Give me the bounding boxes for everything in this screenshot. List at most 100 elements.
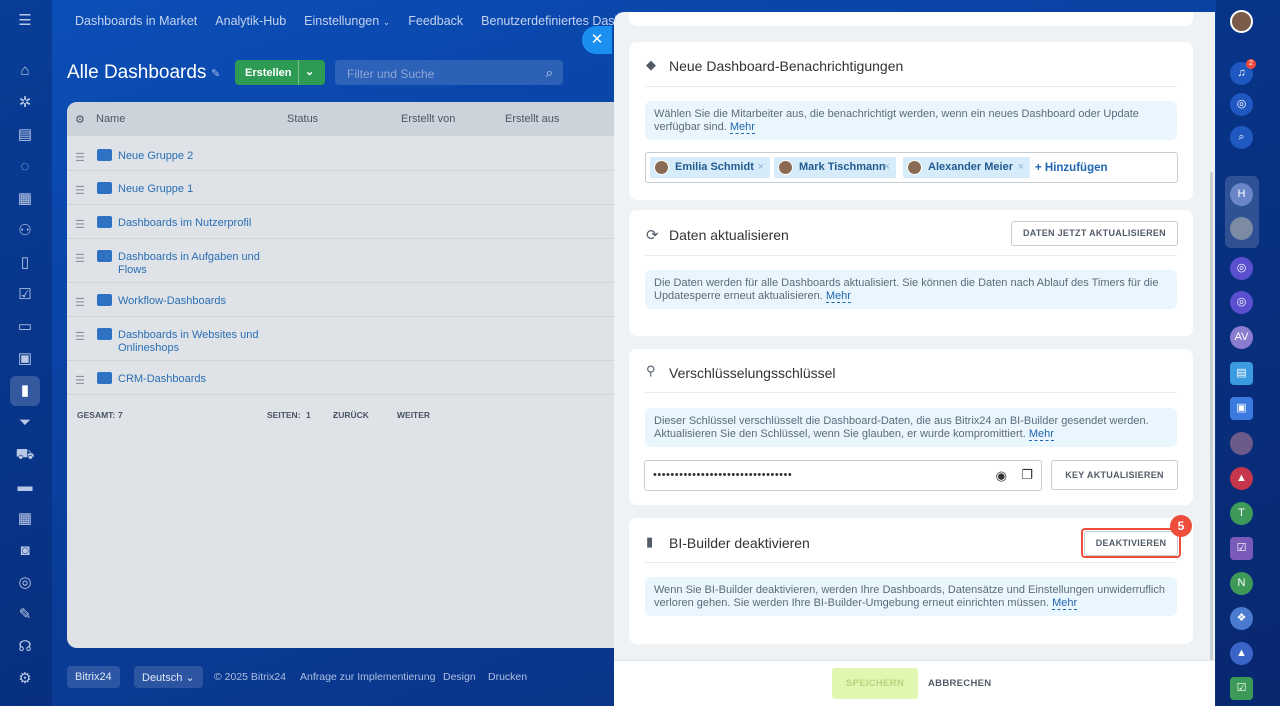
headset-icon[interactable]: ☊ (14, 636, 36, 658)
user-chip[interactable]: Mark Tischmann × (774, 157, 896, 178)
nav-dashboards-market[interactable]: Dashboards in Market (75, 14, 197, 28)
avatar[interactable] (1230, 10, 1253, 33)
col-name[interactable]: Name (96, 113, 125, 125)
remove-icon[interactable]: × (758, 161, 764, 173)
brand-button[interactable]: Bitrix24 (67, 666, 120, 688)
task-icon[interactable]: ☑ (1230, 537, 1253, 560)
col-created-from[interactable]: Erstellt aus (505, 113, 559, 125)
row-name[interactable]: Dashboards in Aufgaben und Flows (118, 251, 268, 277)
avatar[interactable]: T (1230, 502, 1253, 525)
user-chip[interactable]: Alexander Meier × (903, 157, 1030, 178)
row-name[interactable]: Neue Gruppe 1 (118, 183, 278, 196)
gear-icon[interactable]: ⚙ (75, 113, 85, 126)
row-name[interactable]: Dashboards in Websites und Onlineshops (118, 329, 268, 355)
nav-settings[interactable]: Einstellungen ⌄ (304, 14, 390, 28)
remove-icon[interactable]: × (884, 161, 890, 173)
table-row[interactable]: ☰ Workflow-Dashboards (67, 283, 627, 317)
card-icon[interactable]: ▬ (14, 476, 36, 498)
avatar[interactable] (1230, 217, 1253, 240)
refresh-now-button[interactable]: DATEN JETZT AKTUALISIEREN (1011, 221, 1178, 246)
filter-search-input[interactable]: Filter und Suche ⌕ (335, 60, 563, 85)
chat-bubble-icon[interactable]: ▤ (1230, 362, 1253, 385)
eye-off-icon[interactable]: ◉ (996, 468, 1007, 484)
add-user-button[interactable]: + Hinzufügen (1035, 162, 1108, 174)
more-link[interactable]: Mehr (729, 121, 755, 134)
key-field[interactable]: •••••••••••••••••••••••••••••••• ◉ ❐ (644, 460, 1042, 491)
table-row[interactable]: ☰ Neue Gruppe 2 (67, 138, 627, 171)
cart-icon[interactable]: ⛟ (14, 444, 36, 466)
drag-handle-icon[interactable]: ☰ (75, 151, 85, 164)
tasks-icon[interactable]: ☑ (14, 284, 36, 306)
table-row[interactable]: ☰ CRM-Dashboards (67, 361, 627, 395)
avatar[interactable]: N (1230, 572, 1253, 595)
lock-icon[interactable]: ▲ (1230, 642, 1253, 665)
drag-handle-icon[interactable]: ☰ (75, 252, 85, 265)
contact-card-icon[interactable]: ▣ (1230, 397, 1253, 420)
more-link[interactable]: Mehr (1052, 597, 1078, 610)
avatar[interactable]: H (1230, 183, 1253, 206)
table-row[interactable]: ☰ Neue Gruppe 1 (67, 171, 627, 205)
menu-icon[interactable]: ☰ (14, 10, 36, 32)
search-chat-icon[interactable]: ⌕ (1230, 126, 1253, 149)
close-slider-button[interactable]: ✕ (582, 26, 612, 54)
nav-analytics-hub[interactable]: Analytik-Hub (215, 14, 286, 28)
row-name[interactable]: Neue Gruppe 2 (118, 150, 278, 163)
calendar-icon[interactable]: ▦ (14, 188, 36, 210)
row-name[interactable]: CRM-Dashboards (118, 373, 278, 386)
pin-icon[interactable]: ✎ (211, 67, 220, 80)
drag-handle-icon[interactable]: ☰ (75, 330, 85, 343)
user-chip[interactable]: Emilia Schmidt × (650, 157, 770, 178)
search-icon[interactable]: ⌕ (546, 65, 553, 81)
nav-feedback[interactable]: Feedback (408, 14, 463, 28)
table-row[interactable]: ☰ Dashboards in Aufgaben und Flows (67, 239, 627, 283)
settings-icon[interactable]: ⚙ (14, 668, 36, 690)
avatar[interactable] (1230, 432, 1253, 455)
cancel-button[interactable]: ABBRECHEN (928, 678, 991, 689)
openchannel-icon[interactable]: ◎ (1230, 291, 1253, 314)
language-select[interactable]: Deutsch ⌄ (134, 666, 203, 688)
home-icon[interactable]: ⌂ (14, 60, 36, 82)
link-implementation[interactable]: Anfrage zur Implementierung (300, 671, 435, 683)
copilot-icon[interactable]: ◎ (1230, 93, 1253, 116)
drive-icon[interactable]: ▭ (14, 316, 36, 338)
funnel-icon[interactable]: ⏷ (14, 412, 36, 434)
feed-icon[interactable]: ▤ (14, 124, 36, 146)
openchannel-icon[interactable]: ◎ (1230, 257, 1253, 280)
col-status[interactable]: Status (287, 113, 318, 125)
more-link[interactable]: Mehr (1028, 428, 1054, 441)
edit-doc-icon[interactable]: ✎ (14, 604, 36, 626)
avatar[interactable]: AV (1230, 326, 1253, 349)
user-selector[interactable]: Emilia Schmidt × Mark Tischmann × Alexan… (645, 152, 1178, 183)
table-row[interactable]: ☰ Dashboards in Websites und Onlineshops (67, 317, 627, 361)
link-design[interactable]: Design (443, 671, 476, 683)
table-row[interactable]: ☰ Dashboards im Nutzerprofil (67, 205, 627, 239)
task-icon[interactable]: ☑ (1230, 677, 1253, 700)
deactivate-button[interactable]: DEAKTIVIEREN (1084, 531, 1178, 556)
chat-icon[interactable]: ◌ (14, 156, 36, 178)
scrollbar[interactable] (1210, 172, 1213, 702)
target-icon[interactable]: ◎ (14, 572, 36, 594)
remove-icon[interactable]: × (1018, 161, 1024, 173)
update-key-button[interactable]: KEY AKTUALISIEREN (1051, 460, 1178, 490)
chevron-down-icon[interactable]: ⌄ (305, 65, 314, 78)
board-icon[interactable]: ▣ (14, 348, 36, 370)
drag-handle-icon[interactable]: ☰ (75, 218, 85, 231)
more-link[interactable]: Mehr (825, 290, 851, 303)
robot-icon[interactable]: ◙ (14, 540, 36, 562)
document-icon[interactable]: ▯ (14, 252, 36, 274)
group-icon[interactable]: ❖ (1230, 607, 1253, 630)
create-button[interactable]: Erstellen ⌄ (235, 60, 325, 85)
schedule-icon[interactable]: ▦ (14, 508, 36, 530)
analytics-icon[interactable]: ▮ (10, 376, 40, 406)
row-name[interactable]: Workflow-Dashboards (118, 295, 278, 308)
link-print[interactable]: Drucken (488, 671, 527, 683)
drag-handle-icon[interactable]: ☰ (75, 184, 85, 197)
sparkle-icon[interactable]: ✲ (14, 92, 36, 114)
lock-icon[interactable]: ▲ (1230, 467, 1253, 490)
users-icon[interactable]: ⚇ (14, 220, 36, 242)
save-button[interactable]: SPEICHERN (832, 668, 918, 699)
row-name[interactable]: Dashboards im Nutzerprofil (118, 217, 278, 230)
col-created-by[interactable]: Erstellt von (401, 113, 455, 125)
drag-handle-icon[interactable]: ☰ (75, 296, 85, 309)
copy-icon[interactable]: ❐ (1021, 467, 1033, 483)
